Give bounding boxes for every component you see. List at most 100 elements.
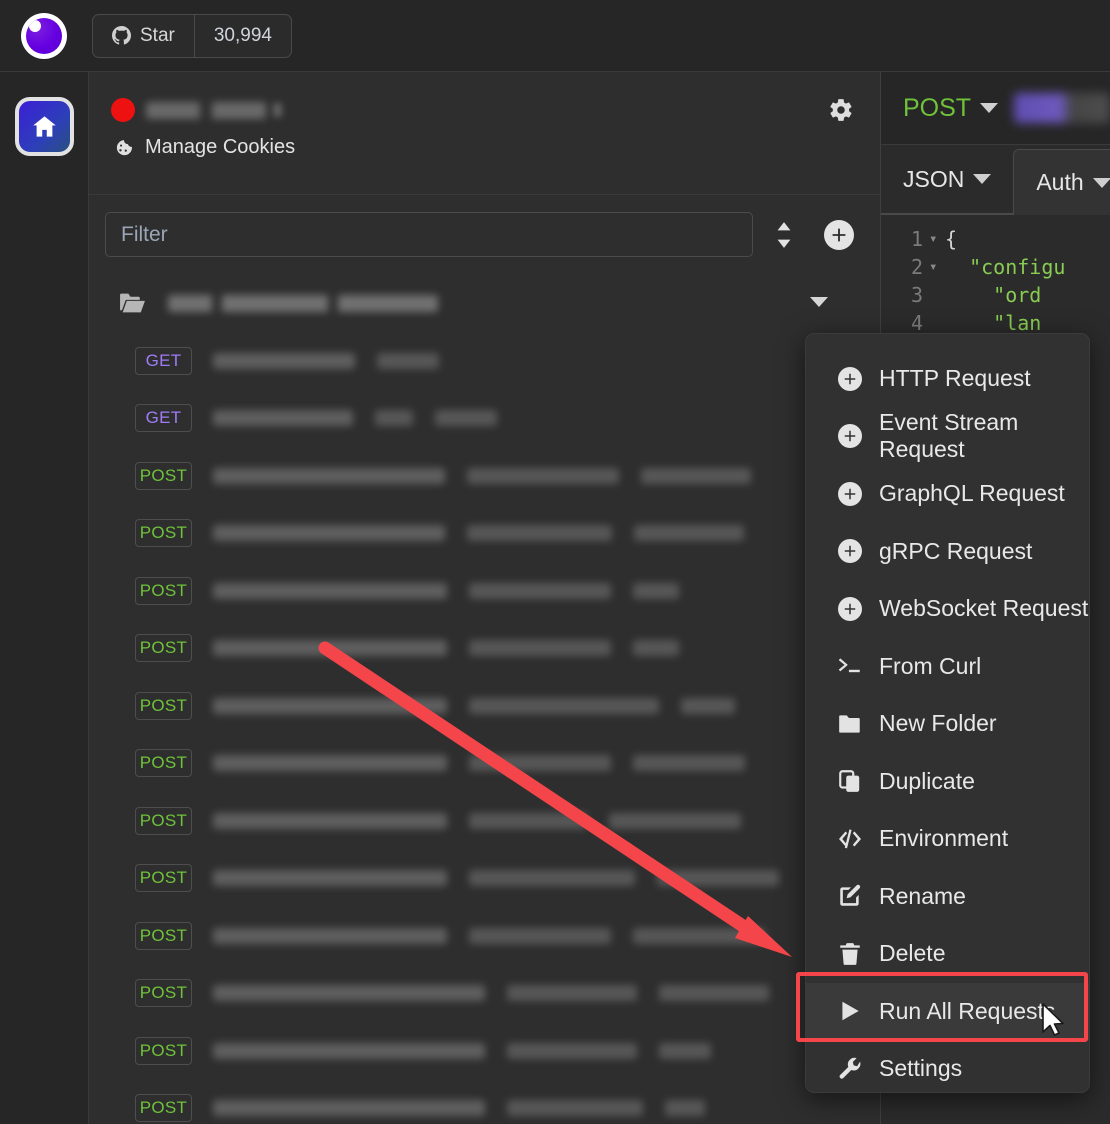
- request-detail2-redacted: [681, 697, 735, 714]
- workspace-settings-button[interactable]: [828, 97, 854, 123]
- menu-item-graphql-request[interactable]: GraphQL Request: [806, 465, 1089, 523]
- manage-cookies-button[interactable]: Manage Cookies: [89, 122, 880, 159]
- request-detail2-redacted: [657, 870, 779, 887]
- menu-item-label: Environment: [879, 825, 1009, 852]
- plus-circle-icon: [837, 481, 863, 507]
- request-name-redacted: [213, 870, 447, 887]
- request-detail-redacted: [375, 410, 413, 427]
- menu-item-event-stream-request[interactable]: Event Stream Request: [806, 408, 1089, 466]
- menu-item-grpc-request[interactable]: gRPC Request: [806, 523, 1089, 581]
- menu-item-settings[interactable]: Settings: [806, 1040, 1089, 1098]
- request-list-item[interactable]: POST: [89, 505, 880, 563]
- request-detail-redacted: [507, 1042, 637, 1059]
- github-star-badge[interactable]: Star 30,994: [92, 13, 292, 58]
- request-list-item[interactable]: POST: [89, 620, 880, 678]
- request-name-redacted: [213, 1042, 485, 1059]
- request-list-item[interactable]: POST: [89, 850, 880, 908]
- plus-circle-icon: [837, 538, 863, 564]
- request-list-item[interactable]: POST: [89, 907, 880, 965]
- request-name-redacted: [213, 927, 447, 944]
- folder-icon: [837, 711, 863, 737]
- menu-item-label: HTTP Request: [879, 365, 1031, 392]
- filter-input[interactable]: [105, 212, 753, 257]
- menu-item-new-folder[interactable]: New Folder: [806, 695, 1089, 753]
- folder-row[interactable]: [89, 280, 880, 326]
- request-detail2-redacted: [633, 927, 765, 944]
- request-detail2-redacted: [609, 812, 741, 829]
- workspace-title[interactable]: [89, 72, 880, 122]
- menu-item-label: New Folder: [879, 710, 997, 737]
- request-method-badge: POST: [135, 806, 192, 835]
- wrench-icon: [837, 1056, 863, 1082]
- chevron-down-icon[interactable]: [980, 103, 999, 113]
- code-line: 3 "ord: [881, 281, 1110, 309]
- request-list-item[interactable]: POST: [89, 1022, 880, 1080]
- app-window: Star 30,994 Manage Cookies Filter GET GE…: [0, 0, 1110, 1124]
- menu-item-duplicate[interactable]: Duplicate: [806, 753, 1089, 811]
- app-logo[interactable]: [0, 12, 88, 59]
- request-detail2-redacted: [633, 640, 679, 657]
- chevron-down-icon[interactable]: [973, 174, 992, 184]
- pencil-square-icon: [837, 883, 863, 909]
- fold-caret-icon[interactable]: [929, 281, 945, 309]
- menu-item-delete[interactable]: Delete: [806, 925, 1089, 983]
- sort-button[interactable]: [771, 221, 797, 249]
- menu-item-label: Duplicate: [879, 767, 975, 794]
- request-detail2-redacted: [435, 410, 497, 427]
- menu-item-websocket-request[interactable]: WebSocket Request: [806, 580, 1089, 638]
- request-list: GET GET POST POST POST POST POST POST POST POST PO…: [89, 332, 880, 1124]
- request-list-item[interactable]: POST: [89, 562, 880, 620]
- play-icon: [837, 998, 863, 1024]
- chevron-down-icon[interactable]: [810, 297, 828, 307]
- menu-item-label: Settings: [879, 1055, 963, 1082]
- folder-name-redacted: [168, 294, 438, 312]
- request-list-item[interactable]: GET: [89, 390, 880, 448]
- menu-item-environment[interactable]: Environment: [806, 810, 1089, 868]
- github-star-button[interactable]: Star: [93, 15, 194, 57]
- workspace-header: Manage Cookies: [89, 72, 880, 195]
- request-list-item[interactable]: POST: [89, 1080, 880, 1124]
- request-list-item[interactable]: GET: [89, 332, 880, 390]
- menu-item-label: GraphQL Request: [879, 480, 1065, 507]
- folder-open-icon: [118, 291, 147, 315]
- request-method-badge: POST: [135, 1094, 192, 1123]
- request-method-badge: GET: [135, 346, 192, 375]
- request-detail-redacted: [469, 640, 611, 657]
- request-name-redacted: [213, 697, 447, 714]
- gear-icon: [828, 97, 854, 123]
- request-method-badge: POST: [135, 921, 192, 950]
- request-detail-redacted: [469, 812, 587, 829]
- request-list-item[interactable]: POST: [89, 447, 880, 505]
- request-detail-redacted: [507, 985, 637, 1002]
- request-name-redacted: [213, 755, 447, 772]
- request-name-redacted: [213, 467, 445, 484]
- request-list-item[interactable]: POST: [89, 735, 880, 793]
- tab-auth[interactable]: Auth: [1013, 149, 1110, 215]
- request-detail-redacted: [469, 927, 611, 944]
- context-menu: HTTP Request Event Stream Request GraphQL …: [805, 333, 1090, 1093]
- request-list-item[interactable]: POST: [89, 677, 880, 735]
- menu-item-rename[interactable]: Rename: [806, 868, 1089, 926]
- request-detail2-redacted: [641, 467, 751, 484]
- request-list-item[interactable]: POST: [89, 792, 880, 850]
- left-rail: [0, 72, 89, 1124]
- home-button[interactable]: [15, 97, 74, 156]
- request-method-label[interactable]: POST: [903, 94, 971, 123]
- request-name-redacted: [213, 985, 485, 1002]
- plus-circle-icon: [837, 366, 863, 392]
- menu-item-http-request[interactable]: HTTP Request: [806, 350, 1089, 408]
- request-list-item[interactable]: POST: [89, 965, 880, 1023]
- fold-caret-icon[interactable]: ▾: [929, 253, 945, 281]
- request-name-redacted: [213, 352, 355, 369]
- request-method-badge: POST: [135, 864, 192, 893]
- fold-caret-icon[interactable]: ▾: [929, 225, 945, 253]
- request-name-redacted: [213, 410, 353, 427]
- menu-item-from-curl[interactable]: From Curl: [806, 638, 1089, 696]
- url-input-redacted[interactable]: [1014, 93, 1110, 123]
- request-detail2-redacted: [633, 582, 679, 599]
- add-request-button[interactable]: [824, 220, 854, 250]
- chevron-down-icon[interactable]: [1092, 177, 1110, 188]
- github-icon: [112, 26, 131, 45]
- tab-json[interactable]: JSON: [881, 145, 1014, 215]
- menu-item-label: Delete: [879, 940, 946, 967]
